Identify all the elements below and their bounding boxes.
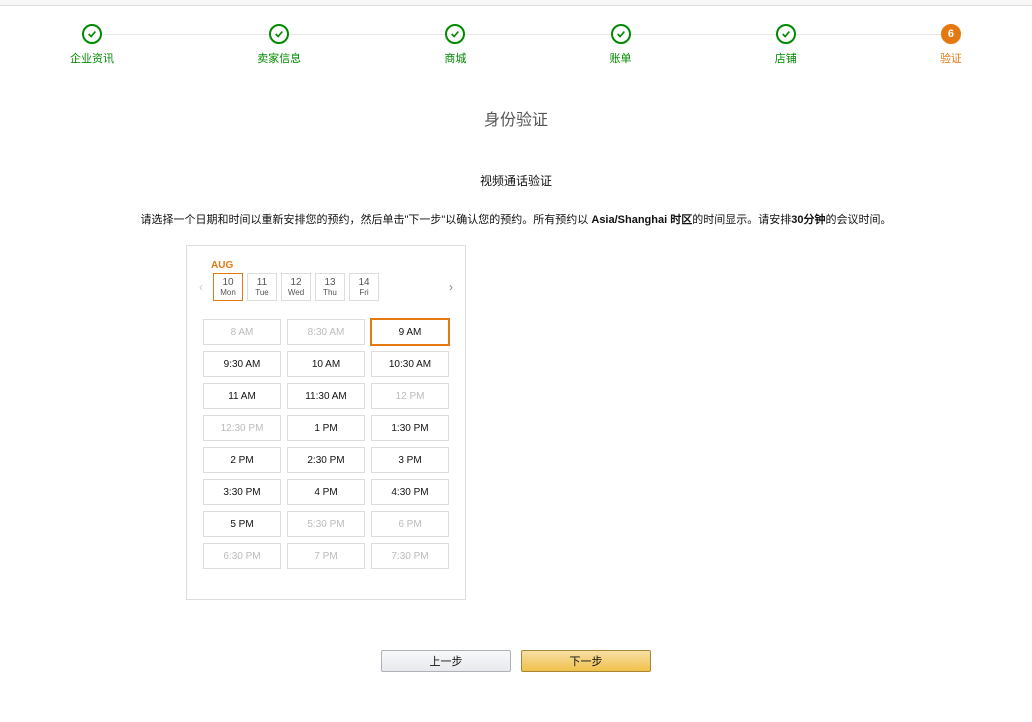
time-slot[interactable]: 9 AM (371, 319, 449, 345)
progress-step-2: 商城 (444, 24, 466, 66)
date-day: Mon (220, 289, 236, 297)
instruction-tz: Asia/Shanghai 时区 (591, 214, 692, 226)
date-row: ‹ 10Mon11Tue12Wed13Thu14Fri › (189, 273, 463, 301)
time-slot[interactable]: 1 PM (287, 415, 365, 441)
prev-button[interactable]: 上一步 (381, 650, 511, 672)
date-day: Wed (288, 289, 304, 297)
progress-step-4: 店铺 (775, 24, 797, 66)
time-slot[interactable]: 10:30 AM (371, 351, 449, 377)
step-label: 商城 (444, 50, 466, 66)
instruction-dur: 30分钟 (791, 214, 825, 226)
next-button[interactable]: 下一步 (521, 650, 651, 672)
progress-stepper: 企业资讯 卖家信息 商城 账单 店铺 6 验证 (0, 6, 1032, 66)
time-slot: 7 PM (287, 543, 365, 569)
step-label: 卖家信息 (257, 50, 301, 66)
date-num: 13 (324, 278, 335, 288)
checkmark-icon (445, 24, 465, 44)
time-slot[interactable]: 10 AM (287, 351, 365, 377)
progress-line (90, 34, 942, 35)
button-row: 上一步 下一步 (0, 650, 1032, 712)
date-cell-14[interactable]: 14Fri (349, 273, 379, 301)
instruction-mid: 的时间显示。请安排 (692, 214, 791, 226)
date-prev-arrow: ‹ (193, 275, 209, 299)
instruction-prefix: 请选择一个日期和时间以重新安排您的预约，然后单击"下一步"以确认您的预约。所有预… (141, 214, 592, 226)
step-number-icon: 6 (941, 24, 961, 44)
time-slot: 7:30 PM (371, 543, 449, 569)
date-cell-11[interactable]: 11Tue (247, 273, 277, 301)
time-slot[interactable]: 2:30 PM (287, 447, 365, 473)
calendar-box: AUG ‹ 10Mon11Tue12Wed13Thu14Fri › 8 AM8:… (186, 245, 466, 600)
progress-step-1: 卖家信息 (257, 24, 301, 66)
time-slot[interactable]: 2 PM (203, 447, 281, 473)
date-cells: 10Mon11Tue12Wed13Thu14Fri (213, 273, 379, 301)
progress-step-3: 账单 (610, 24, 632, 66)
time-slot[interactable]: 3 PM (371, 447, 449, 473)
time-slot: 12 PM (371, 383, 449, 409)
time-slot[interactable]: 3:30 PM (203, 479, 281, 505)
month-label: AUG (211, 260, 463, 271)
time-slot[interactable]: 11 AM (203, 383, 281, 409)
time-grid: 8 AM8:30 AM9 AM 9:30 AM10 AM10:30 AM 11 AM… (189, 319, 463, 569)
time-slot: 6 PM (371, 511, 449, 537)
progress-step-5: 6 验证 (940, 24, 962, 66)
checkmark-icon (82, 24, 102, 44)
section-band: 视频通话验证 (0, 160, 1032, 193)
instruction-suffix: 的会议时间。 (825, 214, 891, 226)
date-day: Fri (359, 289, 368, 297)
checkmark-icon (611, 24, 631, 44)
time-slot: 5:30 PM (287, 511, 365, 537)
time-slot[interactable]: 1:30 PM (371, 415, 449, 441)
date-day: Thu (323, 289, 337, 297)
page-title: 身份验证 (0, 106, 1032, 130)
date-next-arrow[interactable]: › (443, 275, 459, 299)
step-label: 店铺 (775, 50, 797, 66)
date-cell-10[interactable]: 10Mon (213, 273, 243, 301)
step-label: 账单 (610, 50, 632, 66)
instruction-text: 请选择一个日期和时间以重新安排您的预约，然后单击"下一步"以确认您的预约。所有预… (126, 211, 906, 227)
section-title: 视频通话验证 (0, 172, 1032, 189)
time-slot: 6:30 PM (203, 543, 281, 569)
date-num: 11 (257, 278, 267, 288)
checkmark-icon (776, 24, 796, 44)
time-slot[interactable]: 9:30 AM (203, 351, 281, 377)
date-cell-13[interactable]: 13Thu (315, 273, 345, 301)
date-cell-12[interactable]: 12Wed (281, 273, 311, 301)
time-slot[interactable]: 5 PM (203, 511, 281, 537)
progress-step-0: 企业资讯 (70, 24, 114, 66)
step-label: 企业资讯 (70, 50, 114, 66)
date-num: 14 (358, 278, 369, 288)
date-num: 10 (222, 278, 233, 288)
date-day: Tue (255, 289, 269, 297)
step-label: 验证 (940, 50, 962, 66)
time-slot[interactable]: 4 PM (287, 479, 365, 505)
date-num: 12 (290, 278, 301, 288)
time-slot: 12:30 PM (203, 415, 281, 441)
time-slot[interactable]: 4:30 PM (371, 479, 449, 505)
checkmark-icon (269, 24, 289, 44)
time-slot[interactable]: 11:30 AM (287, 383, 365, 409)
time-slot: 8 AM (203, 319, 281, 345)
time-slot: 8:30 AM (287, 319, 365, 345)
